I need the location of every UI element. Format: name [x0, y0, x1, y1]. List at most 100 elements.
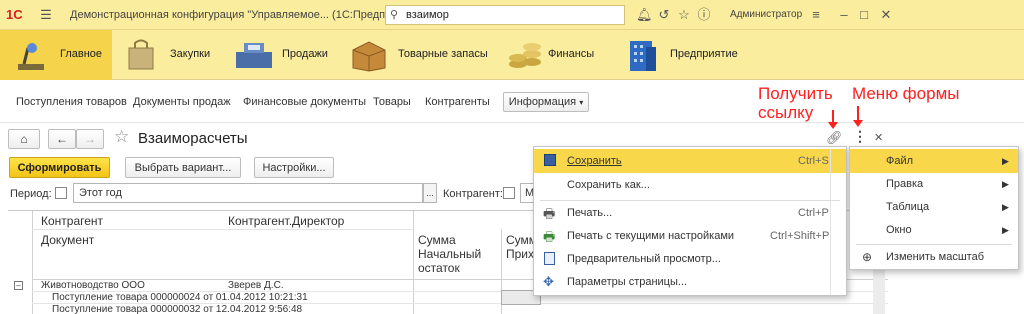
- period-value: Этот год: [79, 187, 122, 199]
- form-menu-item-window[interactable]: Окно ▶: [850, 218, 1018, 242]
- header-director: Контрагент.Директор: [228, 214, 345, 228]
- section-finance[interactable]: Финансы: [502, 30, 612, 80]
- file-submenu: Сохранить Ctrl+S Сохранить как... 🖶︎ Печ…: [533, 146, 847, 296]
- coins-icon: [508, 40, 542, 70]
- header-contragent: Контрагент: [41, 214, 104, 228]
- menu-item-page-setup[interactable]: ✥ Параметры страницы...: [534, 270, 846, 294]
- period-checkbox[interactable]: [55, 187, 67, 199]
- arrow-right-icon: →: [84, 132, 96, 146]
- maximize-icon[interactable]: □: [856, 7, 872, 23]
- choose-variant-button[interactable]: Выбрать вариант...: [125, 157, 241, 178]
- section-sales[interactable]: Продажи: [228, 30, 338, 80]
- form-menu-icon[interactable]: ⋮: [853, 128, 867, 145]
- submenu-arrow-icon: ▶: [1002, 202, 1009, 212]
- submenu-arrow-icon: ▶: [1002, 179, 1009, 189]
- period-label: Период:: [10, 188, 52, 200]
- section-label: Закупки: [170, 48, 211, 60]
- section-label: Товарные запасы: [398, 48, 488, 60]
- annotation-arrow-link: [828, 110, 838, 129]
- collapse-group-icon[interactable]: –: [14, 281, 23, 290]
- close-window-icon[interactable]: ✕: [878, 7, 894, 23]
- annotation-form-menu: Меню формы: [852, 84, 960, 103]
- submenu-arrow-icon: ▶: [1002, 225, 1009, 235]
- search-input[interactable]: взаимор: [406, 9, 449, 21]
- counterparty-checkbox[interactable]: [503, 187, 515, 199]
- window-title: Демонстрационная конфигурация "Управляем…: [70, 9, 425, 21]
- report-row-director[interactable]: Зверев Д.С.: [228, 280, 284, 291]
- back-button[interactable]: ←: [48, 129, 76, 149]
- history-icon[interactable]: ↺: [656, 7, 672, 23]
- page-setup-icon: ✥: [543, 274, 554, 289]
- menu-item-save-as[interactable]: Сохранить как...: [534, 173, 846, 197]
- grid-line: [32, 229, 412, 230]
- counterparty-label: Контрагент:: [443, 188, 503, 200]
- info-dropdown-button[interactable]: Информация ▾: [503, 92, 589, 112]
- info-icon[interactable]: ⓘ: [696, 7, 712, 23]
- report-row-document[interactable]: Поступление товара 000000032 от 12.04.20…: [52, 304, 302, 314]
- home-icon: ⌂: [20, 132, 28, 146]
- forward-button[interactable]: →: [76, 129, 104, 149]
- settings-button[interactable]: Настройки...: [254, 157, 334, 178]
- box-icon: [349, 38, 389, 72]
- search-icon: ⚲: [390, 9, 399, 21]
- minimize-icon[interactable]: –: [836, 7, 852, 23]
- desk-lamp-icon: [14, 38, 48, 72]
- section-label: Финансы: [548, 48, 595, 60]
- grid-line: [413, 211, 414, 314]
- period-field[interactable]: Этот год: [73, 183, 423, 203]
- info-button-label: Информация: [508, 96, 577, 108]
- nav-item-sales-documents[interactable]: Документы продаж: [133, 96, 231, 108]
- section-inventory[interactable]: Товарные запасы: [345, 30, 505, 80]
- nav-item-finance-documents[interactable]: Финансовые документы: [243, 96, 366, 108]
- cash-register-icon: [234, 40, 274, 70]
- period-select-button[interactable]: ...: [423, 183, 437, 203]
- search-box[interactable]: ⚲ взаимор: [385, 5, 625, 25]
- form-title: Взаиморасчеты: [138, 130, 248, 147]
- menu-item-print-current[interactable]: 🖶︎ Печать с текущими настройками Ctrl+Sh…: [534, 224, 846, 248]
- sections-panel: Главное Закупки Продажи Товарные запасы …: [0, 30, 1024, 80]
- home-button[interactable]: ⌂: [8, 129, 40, 149]
- nav-item-goods[interactable]: Товары: [373, 96, 411, 108]
- zoom-icon: ⊕: [862, 250, 873, 264]
- nav-item-counterparties[interactable]: Контрагенты: [425, 96, 490, 108]
- logo-1c: 1С: [6, 7, 23, 22]
- section-main[interactable]: Главное: [0, 30, 112, 80]
- report-row-group[interactable]: Животноводство ООО: [41, 280, 145, 291]
- settings-menu-icon[interactable]: ≡: [808, 7, 824, 23]
- favorite-star-icon[interactable]: ☆: [114, 127, 129, 147]
- form-menu-item-edit[interactable]: Правка ▶: [850, 172, 1018, 196]
- shopping-bag-icon: [126, 38, 156, 70]
- annotation-arrow-menu: [853, 106, 863, 127]
- form-menu-item-zoom[interactable]: ⊕ Изменить масштаб: [850, 245, 1018, 269]
- generate-button[interactable]: Сформировать: [9, 157, 110, 178]
- form-menu-item-table[interactable]: Таблица ▶: [850, 195, 1018, 219]
- star-icon[interactable]: ☆: [676, 7, 692, 23]
- hamburger-menu-icon[interactable]: ☰: [38, 7, 54, 23]
- arrow-left-icon: ←: [56, 132, 68, 146]
- print-preview-icon: [544, 252, 555, 265]
- section-enterprise[interactable]: Предприятие: [620, 30, 740, 80]
- user-name[interactable]: Администратор: [730, 9, 802, 20]
- section-label: Предприятие: [670, 48, 738, 60]
- close-form-icon[interactable]: ✕: [874, 131, 883, 144]
- floppy-icon: [544, 154, 556, 166]
- header-sum-start: Сумма Начальный остаток: [418, 233, 482, 275]
- link-icon[interactable]: 🔗︎: [826, 130, 843, 146]
- bell-icon[interactable]: 🔔︎: [636, 7, 653, 23]
- form-menu-item-file[interactable]: Файл ▶: [850, 149, 1018, 173]
- report-row-document[interactable]: Поступление товара 000000024 от 01.04.20…: [52, 292, 308, 303]
- title-bar: 1С ☰ Демонстрационная конфигурация "Упра…: [0, 0, 1024, 30]
- menu-item-print[interactable]: 🖶︎ Печать... Ctrl+P: [534, 201, 846, 225]
- submenu-arrow-icon: ▶: [1002, 156, 1009, 166]
- nav-item-goods-receipts[interactable]: Поступления товаров: [16, 96, 127, 108]
- menu-item-save[interactable]: Сохранить Ctrl+S: [534, 149, 846, 173]
- grid-line: [32, 211, 33, 314]
- section-purchases[interactable]: Закупки: [118, 30, 218, 80]
- building-icon: [626, 37, 658, 73]
- menu-shortcut-divider: [830, 149, 831, 295]
- form-menu: Файл ▶ Правка ▶ Таблица ▶ Окно ▶ ⊕ Измен…: [849, 146, 1019, 270]
- section-label: Главное: [60, 48, 103, 60]
- chevron-down-icon: ▾: [579, 98, 584, 107]
- header-document: Документ: [41, 233, 95, 247]
- menu-item-print-preview[interactable]: Предварительный просмотр...: [534, 247, 846, 271]
